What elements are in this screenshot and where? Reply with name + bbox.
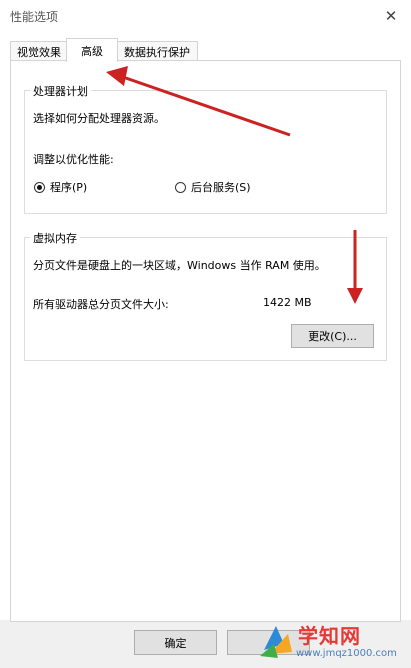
- virtual-memory-group: 虚拟内存 分页文件是硬盘上的一块区域，Windows 当作 RAM 使用。 所有…: [24, 230, 387, 361]
- radio-button[interactable]: [175, 181, 186, 193]
- processor-description: 选择如何分配处理器资源。: [33, 112, 165, 125]
- tab-label: 数据执行保护: [124, 45, 190, 59]
- tab-label: 视觉效果: [17, 45, 61, 59]
- window-title: 性能选项: [10, 10, 59, 24]
- virtual-memory-description: 分页文件是硬盘上的一块区域，Windows 当作 RAM 使用。: [33, 259, 326, 272]
- virtual-memory-legend: 虚拟内存: [30, 230, 80, 246]
- tab-visual-effects[interactable]: 视觉效果: [10, 41, 68, 61]
- radio-label: 后台服务(S): [191, 181, 251, 194]
- optimize-label: 调整以优化性能:: [33, 153, 114, 166]
- close-icon[interactable]: ✕: [371, 0, 411, 32]
- radio-label: 程序(P): [50, 181, 88, 194]
- change-button[interactable]: 更改(C)...: [291, 324, 374, 348]
- tab-panel: 处理器计划 选择如何分配处理器资源。 调整以优化性能: 程序(P) 后台服务(S…: [10, 60, 401, 622]
- processor-legend: 处理器计划: [30, 83, 91, 99]
- processor-scheduling-group: 处理器计划 选择如何分配处理器资源。 调整以优化性能: 程序(P) 后台服务(S…: [24, 83, 387, 214]
- tab-advanced[interactable]: 高级: [66, 38, 118, 62]
- radio-programs[interactable]: 程序(P): [34, 179, 87, 195]
- ok-button[interactable]: 确定: [134, 630, 217, 655]
- paging-total-label: 所有驱动器总分页文件大小:: [33, 298, 169, 311]
- radio-button[interactable]: [34, 181, 45, 193]
- title-bar: 性能选项 ✕: [0, 0, 411, 32]
- tab-label: 高级: [81, 44, 103, 58]
- watermark-url: www.jmqz1000.com: [296, 648, 397, 659]
- logo-icon: [260, 626, 292, 658]
- watermark-logo: 学知网 www.jmqz1000.com: [250, 612, 411, 668]
- paging-total-value: 1422 MB: [263, 296, 312, 309]
- tab-dep[interactable]: 数据执行保护: [116, 41, 198, 61]
- radio-background-services[interactable]: 后台服务(S): [175, 179, 251, 195]
- watermark-brand: 学知网: [298, 624, 361, 648]
